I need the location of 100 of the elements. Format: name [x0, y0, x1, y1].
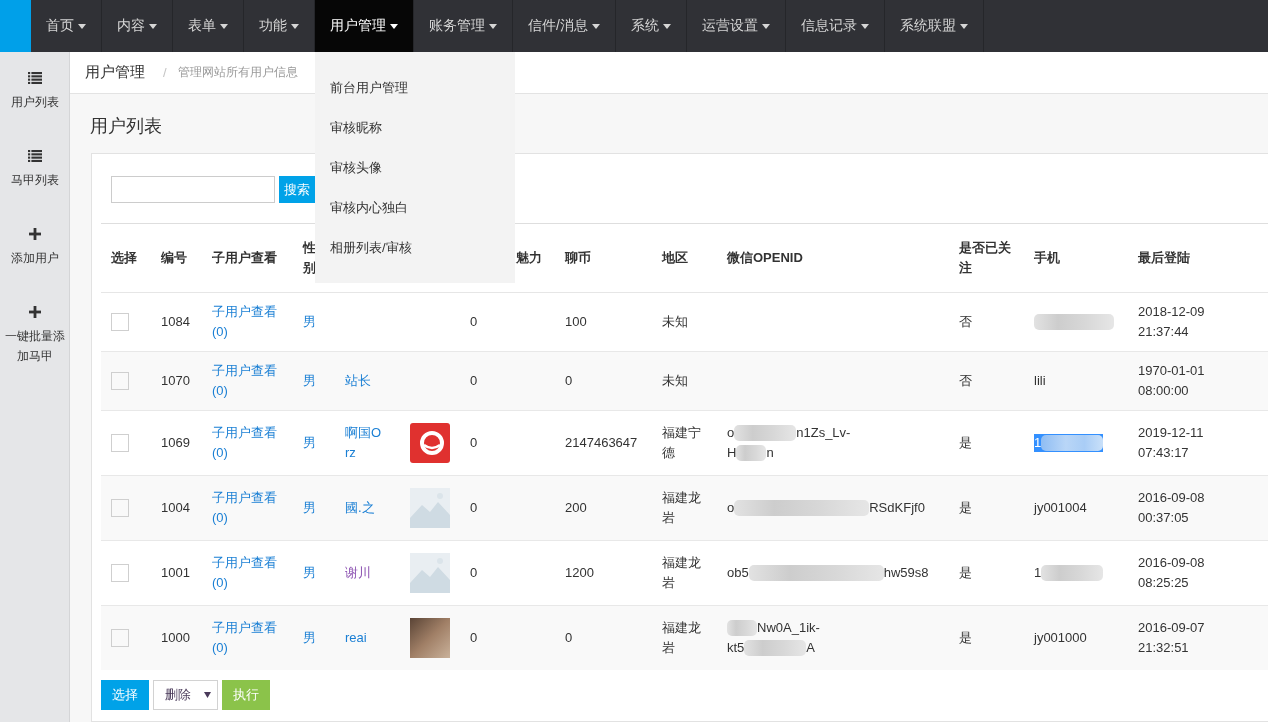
- row-checkbox[interactable]: [111, 313, 129, 331]
- openid-text: o: [727, 499, 735, 517]
- openid-text: kt5: [727, 639, 745, 657]
- sub-users-link[interactable]: 子用户查看 (0): [212, 302, 283, 342]
- gender-link[interactable]: 男: [303, 498, 316, 518]
- photo-placeholder: [410, 618, 450, 658]
- caret-icon: [204, 692, 211, 698]
- table-cell: 0: [555, 351, 652, 411]
- phone-text: jy001000: [1034, 629, 1087, 647]
- sidebar-item[interactable]: 添加用户: [0, 208, 69, 286]
- blurred-text: [727, 620, 757, 636]
- sub-users-link[interactable]: 子用户查看 (0): [212, 618, 283, 658]
- caret-icon: [149, 23, 157, 29]
- image-placeholder: [410, 553, 450, 593]
- table-cell: 200: [555, 475, 652, 541]
- plus-icon: [28, 306, 41, 318]
- nickname-link[interactable]: 站长: [345, 371, 383, 391]
- breadcrumb-separator: /: [163, 65, 167, 80]
- table-cell: 1084: [151, 292, 202, 352]
- column-header: 地区: [652, 223, 717, 293]
- caret-icon: [489, 23, 497, 29]
- caret-icon: [860, 23, 869, 29]
- table-cell-text: 1970-01-01 08:00:00: [1138, 362, 1206, 400]
- table-cell: 0: [555, 605, 652, 670]
- openid-text: o: [727, 424, 735, 442]
- table-cell-text: 2018-12-09 21:37:44: [1138, 303, 1206, 341]
- menu-item[interactable]: 审核头像: [315, 148, 515, 188]
- gender-link[interactable]: 男: [303, 628, 316, 648]
- sidebar-item[interactable]: 用户列表: [0, 52, 69, 130]
- column-header: 编号: [151, 223, 202, 293]
- caret-icon: [78, 23, 86, 29]
- phone-text: 1: [1034, 564, 1042, 582]
- logo-image: [410, 423, 450, 463]
- column-header: 微信OPENID: [717, 223, 949, 293]
- menu-item[interactable]: 前台用户管理: [315, 68, 515, 108]
- column-header: 子用户查看: [202, 223, 293, 293]
- sub-users-link[interactable]: 子用户查看 (0): [212, 553, 283, 593]
- breadcrumb-title: 用户管理: [85, 63, 145, 82]
- sidebar-item[interactable]: 一键批量添加马甲: [0, 286, 69, 384]
- table-cell-text: 2016-09-07 21:32:51: [1138, 619, 1206, 657]
- nav-tab[interactable]: 账务管理: [414, 0, 513, 52]
- blurred-text: [744, 640, 807, 656]
- table-cell-text: 2019-12-11 07:43:17: [1138, 424, 1205, 462]
- blurred-text: [734, 425, 797, 441]
- sub-users-link[interactable]: 子用户查看 (0): [212, 423, 283, 463]
- nickname-link[interactable]: 啊国Orz: [345, 423, 383, 463]
- caret-icon: [220, 23, 228, 29]
- sidebar-item[interactable]: 马甲列表: [0, 130, 69, 208]
- column-header: 最后登陆: [1128, 223, 1255, 293]
- phone-text: jy001004: [1034, 499, 1087, 517]
- openid-text: ob5: [727, 564, 749, 582]
- column-header: 手机: [1024, 223, 1128, 293]
- table-cell: 1200: [555, 540, 652, 606]
- table-cell-text: 2016-09-08 08:25:25: [1138, 554, 1206, 592]
- table-cell: 否: [949, 292, 1024, 352]
- menu-item[interactable]: 审核昵称: [315, 108, 515, 148]
- column-header: 聊币: [555, 223, 652, 293]
- bulk-action-select[interactable]: 删除: [153, 680, 218, 710]
- row-checkbox[interactable]: [111, 629, 129, 647]
- nickname-link[interactable]: reai: [345, 628, 383, 648]
- openid-text: H: [727, 444, 737, 462]
- table-cell: 福建龙岩: [652, 605, 717, 670]
- nickname-link[interactable]: 谢川: [345, 563, 383, 583]
- row-checkbox[interactable]: [111, 499, 129, 517]
- image-placeholder: [410, 488, 450, 528]
- column-header: 选择: [101, 223, 151, 293]
- table-cell: 否: [949, 351, 1024, 411]
- table-cell-text: 2016-09-08 00:37:05: [1138, 489, 1206, 527]
- row-checkbox[interactable]: [111, 372, 129, 390]
- table-cell: 是: [949, 475, 1024, 541]
- gender-link[interactable]: 男: [303, 312, 316, 332]
- table-cell: 1069: [151, 410, 202, 476]
- nickname-link[interactable]: 國.之: [345, 498, 383, 518]
- list-icon: [27, 150, 42, 162]
- table-cell: 1000: [151, 605, 202, 670]
- table-cell: 0: [460, 605, 506, 670]
- search-field[interactable]: [111, 176, 275, 203]
- sub-users-link[interactable]: 子用户查看 (0): [212, 361, 283, 401]
- table-cell: 是: [949, 540, 1024, 606]
- phone-text: 1: [1034, 434, 1042, 452]
- gender-link[interactable]: 男: [303, 563, 316, 583]
- table-cell: 福建宁德: [652, 410, 717, 476]
- blurred-text: [1041, 435, 1104, 451]
- row-checkbox[interactable]: [111, 434, 129, 452]
- nav-tab[interactable]: 用户管理: [315, 0, 414, 52]
- row-checkbox[interactable]: [111, 564, 129, 582]
- blurred-text: [1041, 565, 1104, 581]
- table-cell: 未知: [652, 292, 717, 352]
- list-icon: [27, 72, 42, 84]
- caret-icon: [662, 23, 671, 29]
- openid-text: Nw0A_1ik-: [757, 619, 820, 637]
- gender-link[interactable]: 男: [303, 371, 316, 391]
- gender-link[interactable]: 男: [303, 433, 316, 453]
- openid-text: n1Zs_Lv-: [796, 424, 851, 442]
- sub-users-link[interactable]: 子用户查看 (0): [212, 488, 283, 528]
- table-cell: 2147463647: [555, 410, 652, 476]
- page-description: 管理网站所有用户信息: [177, 64, 298, 81]
- table-cell: 1070: [151, 351, 202, 411]
- openid-text: A: [806, 639, 815, 657]
- table-cell: 0: [460, 410, 506, 476]
